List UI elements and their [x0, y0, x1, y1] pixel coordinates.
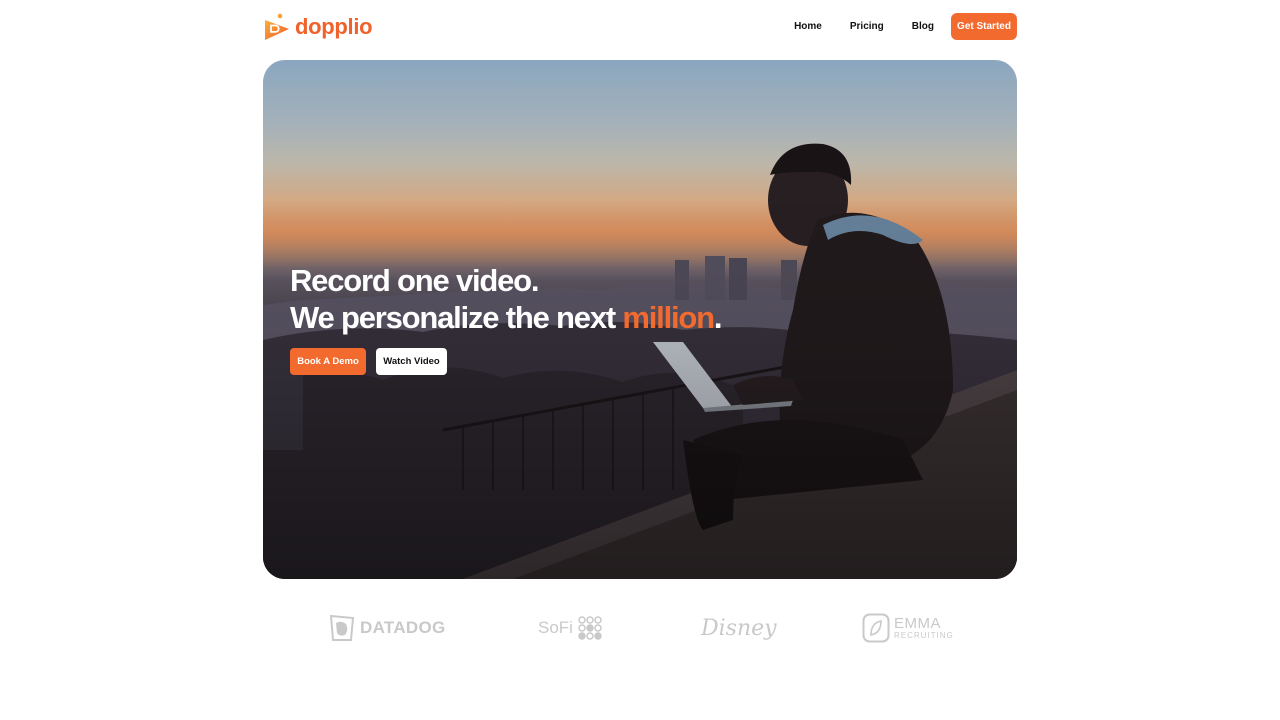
- headline-line-2-suffix: .: [713, 300, 723, 335]
- nav-links: Home Pricing Blog Get Started: [794, 13, 1017, 40]
- headline-accent-word: million: [622, 300, 715, 335]
- nav-pricing-link[interactable]: Pricing: [850, 21, 884, 32]
- headline-line-1: Record one video.: [290, 263, 540, 298]
- top-navigation: dopplio Home Pricing Blog Get Started: [263, 12, 1017, 42]
- get-started-button[interactable]: Get Started: [951, 13, 1017, 40]
- disney-wordmark: Disney: [701, 615, 777, 641]
- emma-recruiting-logo: EMMA RECRUITING: [862, 610, 954, 646]
- sofi-dots-icon: [578, 616, 602, 640]
- brand-name: dopplio: [295, 14, 373, 39]
- hero-actions: Book A Demo Watch Video: [290, 348, 447, 375]
- book-demo-button[interactable]: Book A Demo: [290, 348, 366, 375]
- emma-subtext: RECRUITING: [894, 631, 954, 640]
- emma-leaf-icon: [862, 613, 890, 643]
- disney-logo: Disney: [701, 610, 777, 646]
- datadog-logo: DATADOG: [329, 610, 446, 646]
- watch-video-button[interactable]: Watch Video: [376, 348, 447, 375]
- emma-wordmark: EMMA: [894, 615, 941, 632]
- hero-headline: Record one video. We personalize the nex…: [290, 262, 723, 336]
- headline-line-2-prefix: We personalize the next: [290, 300, 623, 335]
- hero-banner: Record one video. We personalize the nex…: [263, 60, 1017, 579]
- sofi-wordmark: SoFi: [538, 618, 573, 637]
- emma-text: EMMA RECRUITING: [894, 616, 954, 640]
- datadog-wordmark: DATADOG: [360, 618, 446, 637]
- nav-home-link[interactable]: Home: [794, 21, 822, 32]
- dopplio-logo-icon: [265, 13, 289, 40]
- nav-blog-link[interactable]: Blog: [912, 21, 934, 32]
- client-logos: DATADOG SoFi Disney EMMA RECRUITING: [0, 610, 1280, 650]
- datadog-dog-icon: [329, 614, 355, 641]
- sofi-logo: SoFi: [538, 610, 603, 646]
- brand-logo[interactable]: dopplio: [263, 12, 373, 42]
